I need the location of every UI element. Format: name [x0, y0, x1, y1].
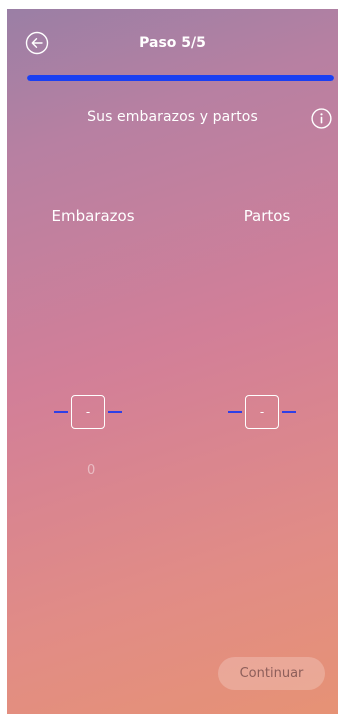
embarazos-label: Embarazos	[51, 207, 135, 225]
embarazos-stepper: -	[54, 392, 122, 432]
embarazos-count: 0	[87, 463, 96, 478]
progress-bar	[27, 75, 334, 81]
continue-button[interactable]: Continuar	[218, 657, 325, 690]
partos-value-box[interactable]: -	[245, 395, 279, 429]
increment-dash	[108, 411, 122, 413]
embarazos-value-box[interactable]: -	[71, 395, 105, 429]
partos-stepper: -	[228, 392, 296, 432]
increment-dash	[282, 411, 296, 413]
pregnancies-screen: Paso 5/5 Sus embarazos y partos Embarazo…	[7, 9, 338, 714]
info-circle-icon	[311, 108, 332, 129]
progress-fill	[27, 75, 334, 81]
info-button[interactable]	[311, 108, 332, 129]
partos-label: Partos	[243, 207, 291, 225]
decrement-dash	[54, 411, 68, 413]
decrement-dash	[228, 411, 242, 413]
step-indicator: Paso 5/5	[139, 35, 206, 51]
section-title: Sus embarazos y partos	[87, 109, 258, 125]
